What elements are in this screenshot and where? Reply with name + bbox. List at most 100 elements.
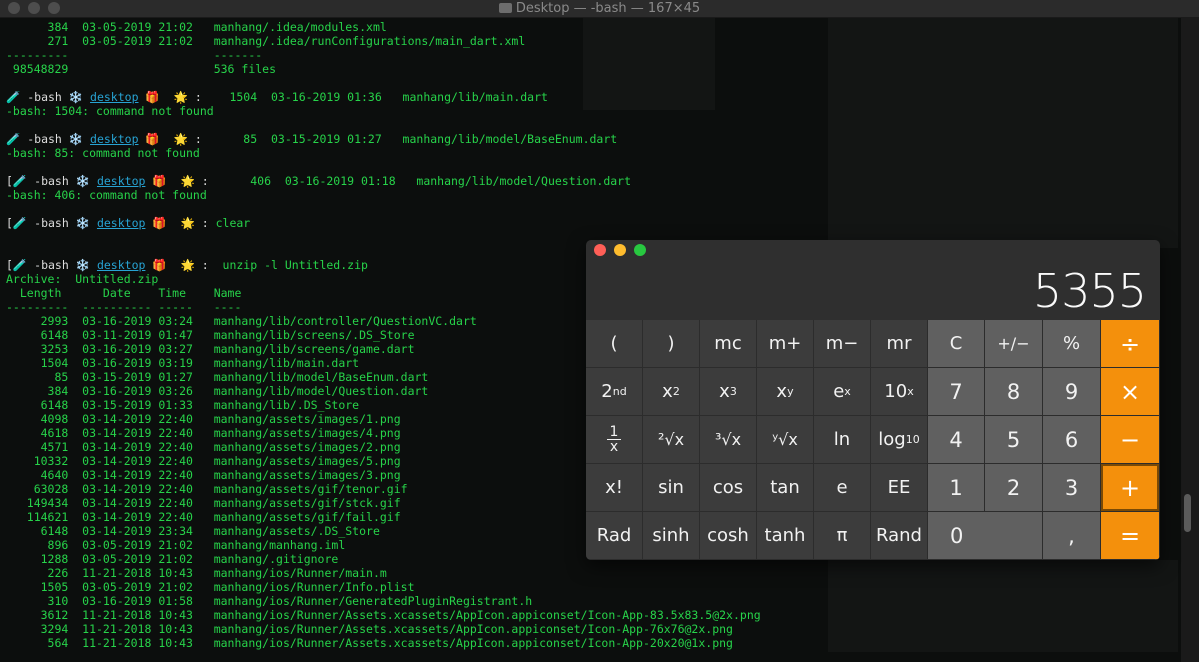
line-text: 384 03-16-2019 03:26 manhang/lib/model/Q… [6, 384, 429, 398]
calculator-zoom-button[interactable] [634, 244, 646, 256]
key-sin[interactable]: sin [643, 464, 700, 512]
prompt-command: 406 03-16-2019 01:18 manhang/lib/model/Q… [208, 174, 632, 188]
key-tan[interactable]: tan [757, 464, 814, 512]
key-6[interactable]: 6 [1043, 416, 1101, 464]
key-percent[interactable]: % [1043, 320, 1101, 368]
terminal-line: 3612 11-21-2018 10:43 manhang/ios/Runner… [6, 608, 1178, 622]
calculator-minimize-button[interactable] [614, 244, 626, 256]
line-text: 2993 03-16-2019 03:24 manhang/lib/contro… [6, 314, 477, 328]
prompt-suffix: 🎁 🌟 : [145, 174, 209, 188]
prompt-prefix: [🧪 -bash ❄️ [6, 258, 97, 272]
key-0[interactable]: 0 [928, 512, 1043, 560]
key-cube-root[interactable]: ³√x [700, 416, 757, 464]
key-rand[interactable]: Rand [871, 512, 928, 560]
key-add[interactable]: + [1101, 464, 1160, 512]
key-memory-add[interactable]: m+ [757, 320, 814, 368]
terminal-line: --------- ------- [6, 48, 1178, 62]
line-text: 384 03-05-2019 21:02 manhang/.idea/modul… [6, 20, 387, 34]
prompt-command: clear [208, 216, 251, 230]
terminal-line: 98548829 536 files [6, 62, 1178, 76]
key-square[interactable]: x2 [643, 368, 700, 416]
key-4[interactable]: 4 [928, 416, 985, 464]
key-open-paren[interactable]: ( [586, 320, 643, 368]
key-7[interactable]: 7 [928, 368, 985, 416]
terminal-titlebar[interactable]: Desktop — -bash — 167×45 [0, 0, 1199, 18]
key-5[interactable]: 5 [985, 416, 1043, 464]
line-text: 6148 03-15-2019 01:33 manhang/lib/.DS_St… [6, 398, 360, 412]
key-log10[interactable]: log 10 [871, 416, 928, 464]
key-ee[interactable]: EE [871, 464, 928, 512]
calculator-display: 5355 [1032, 264, 1147, 318]
key-decimal[interactable]: , [1043, 512, 1101, 560]
key-y-root[interactable]: ʸ√x [757, 416, 814, 464]
key-log-base: log [878, 429, 906, 450]
key-cosh[interactable]: cosh [700, 512, 757, 560]
prompt-directory: desktop [96, 174, 146, 188]
key-ten-power[interactable]: 10 x [871, 368, 928, 416]
line-text: 10332 03-14-2019 22:40 manhang/assets/im… [6, 454, 401, 468]
calculator-close-button[interactable] [594, 244, 606, 256]
key-power-base: x [776, 381, 788, 402]
key-toggle-sign[interactable]: +/− [985, 320, 1043, 368]
key-8[interactable]: 8 [985, 368, 1043, 416]
key-equals[interactable]: = [1101, 512, 1160, 560]
prompt-command: 85 03-15-2019 01:27 manhang/lib/model/Ba… [201, 132, 618, 146]
key-tanh[interactable]: tanh [757, 512, 814, 560]
key-memory-clear[interactable]: mc [700, 320, 757, 368]
key-reciprocal[interactable]: 1x [586, 416, 643, 464]
key-memory-subtract[interactable]: m− [814, 320, 871, 368]
key-pi[interactable]: π [814, 512, 871, 560]
line-text: 1505 03-05-2019 21:02 manhang/ios/Runner… [6, 580, 415, 594]
key-divide[interactable]: ÷ [1101, 320, 1160, 368]
key-square-sup: 2 [672, 385, 680, 398]
key-sinh[interactable]: sinh [643, 512, 700, 560]
key-square-root[interactable]: ²√x [643, 416, 700, 464]
key-9[interactable]: 9 [1043, 368, 1101, 416]
key-ln[interactable]: ln [814, 416, 871, 464]
line-text: 63028 03-14-2019 22:40 manhang/assets/gi… [6, 482, 408, 496]
line-text: 6148 03-11-2019 01:47 manhang/lib/screen… [6, 328, 415, 342]
key-close-paren[interactable]: ) [643, 320, 700, 368]
key-clear[interactable]: C [928, 320, 985, 368]
key-second-function[interactable]: 2nd [586, 368, 643, 416]
key-cube[interactable]: x3 [700, 368, 757, 416]
line-text: --------- ---------- ----- ---- [6, 300, 242, 314]
key-factorial[interactable]: x! [586, 464, 643, 512]
key-log-sub: 10 [905, 433, 920, 446]
line-text: 3294 11-21-2018 10:43 manhang/ios/Runner… [6, 622, 733, 636]
prompt-prefix: 🧪 -bash ❄️ [6, 132, 91, 146]
prompt-directory: desktop [96, 258, 146, 272]
key-square-base: x [662, 381, 673, 402]
terminal-line: -bash: 85: command not found [6, 146, 1178, 160]
key-exp[interactable]: ex [814, 368, 871, 416]
window-title-area: Desktop — -bash — 167×45 [0, 1, 1199, 16]
calculator-titlebar[interactable] [586, 240, 1160, 262]
line-text: 3612 11-21-2018 10:43 manhang/ios/Runner… [6, 608, 761, 622]
key-multiply[interactable]: × [1101, 368, 1160, 416]
line-text: 4571 03-14-2019 22:40 manhang/assets/ima… [6, 440, 401, 454]
key-1[interactable]: 1 [928, 464, 985, 512]
terminal-line: -bash: 406: command not found [6, 188, 1178, 202]
key-cube-sup: 3 [729, 385, 737, 398]
key-3[interactable]: 3 [1043, 464, 1101, 512]
line-text: 271 03-05-2019 21:02 manhang/.idea/runCo… [6, 34, 526, 48]
scrollbar-thumb[interactable] [1184, 494, 1191, 532]
key-power[interactable]: xy [757, 368, 814, 416]
line-text: -bash: 1504: command not found [6, 104, 214, 118]
key-e[interactable]: e [814, 464, 871, 512]
prompt-directory: desktop [96, 216, 146, 230]
terminal-line: 384 03-05-2019 21:02 manhang/.idea/modul… [6, 20, 1178, 34]
calculator-window[interactable]: 5355 ( ) mc m+ m− mr C +/− % ÷ 2nd x2 x3… [586, 240, 1160, 560]
terminal-scrollbar[interactable] [1181, 18, 1199, 662]
key-cos[interactable]: cos [700, 464, 757, 512]
key-rad[interactable]: Rad [586, 512, 643, 560]
key-subtract[interactable]: − [1101, 416, 1160, 464]
line-text: 114621 03-14-2019 22:40 manhang/assets/g… [6, 510, 401, 524]
prompt-prefix: 🧪 -bash ❄️ [6, 90, 91, 104]
terminal-prompt-line: 🧪 -bash ❄️ desktop 🎁 🌟 : 1504 03-16-2019… [6, 90, 1178, 104]
key-memory-recall[interactable]: mr [871, 320, 928, 368]
key-2[interactable]: 2 [985, 464, 1043, 512]
